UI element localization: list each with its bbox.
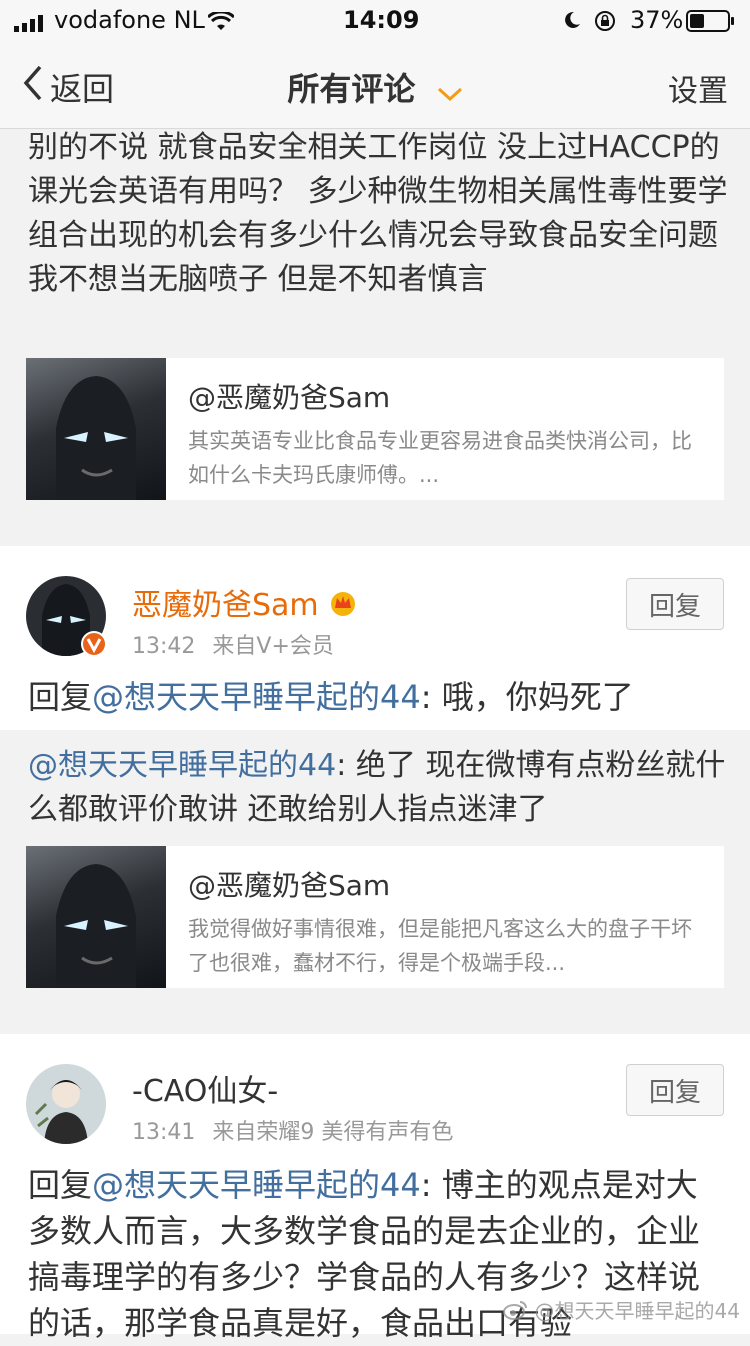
mention-link[interactable]: @想天天早睡早起的44 (28, 748, 336, 783)
card-thumbnail (26, 846, 166, 988)
mention-link[interactable]: @想天天早睡早起的44 (92, 678, 421, 716)
comment-source: 来自荣耀9 美得有声有色 (212, 1120, 454, 1145)
watermark-text: @想天天早睡早起的44 (534, 1299, 740, 1323)
weibo-card[interactable]: @恶魔奶爸Sam 其实英语专业比食品专业更容易进食品类快消公司，比如什么卡夫玛氏… (26, 358, 724, 500)
reply-body: : 哦，你妈死了 (420, 678, 634, 716)
divider (0, 528, 750, 546)
settings-button[interactable]: 设置 (668, 66, 728, 110)
username-text: 恶魔奶爸Sam (132, 588, 319, 623)
card-username: @恶魔奶爸Sam (188, 869, 391, 902)
weibo-card[interactable]: @恶魔奶爸Sam 我觉得做好事情很难，但是能把凡客这么大的盘子干坏了也很难，蠢材… (26, 846, 724, 988)
battery-percent: 37% (630, 6, 684, 34)
moon-icon (562, 10, 582, 34)
weibo-logo-icon (502, 1301, 534, 1326)
comment-item: -CAO仙女- 13:41 来自荣耀9 美得有声有色 回复 回复@想天天早睡早起… (0, 1034, 750, 1342)
title-dropdown[interactable]: 所有评论 (0, 64, 750, 110)
clock: 14:09 (343, 6, 420, 34)
quoted-comment-text: 别的不说 就食品安全相关工作岗位 没上过HACCP的课光会英语有用吗？ 多少种微… (28, 130, 728, 297)
card-snippet: 我觉得做好事情很难，但是能把凡客这么大的盘子干坏了也很难，蠢材不行，得是个极端手… (188, 917, 692, 975)
comment-source: 来自V+会员 (212, 634, 334, 659)
signal-icon (14, 14, 50, 36)
comment-item: 恶魔奶爸Sam 13:42 来自V+会员 回复 回复@想天天早睡早起的44: 哦… (0, 546, 750, 730)
chevron-down-icon (437, 72, 463, 110)
comment-meta: 13:42 来自V+会员 (132, 628, 334, 660)
crown-vip-icon (328, 590, 358, 625)
watermark: @想天天早睡早起的44 (502, 1295, 740, 1326)
card-snippet: 其实英语专业比食品专业更容易进食品类快消公司，比如什么卡夫玛氏康师傅。... (188, 429, 692, 487)
wifi-icon (206, 10, 236, 36)
quoted-comment-text: @想天天早睡早起的44: 绝了 现在微博有点粉丝就什么都敢评价敢讲 还敢给别人指… (28, 744, 728, 832)
comment-time: 13:41 (132, 1120, 196, 1145)
rotation-lock-icon (594, 10, 616, 36)
comment-meta: 13:41 来自荣耀9 美得有声有色 (132, 1114, 453, 1146)
mention-link[interactable]: @想天天早睡早起的44 (92, 1166, 421, 1204)
battery-icon (686, 10, 736, 36)
reply-prefix: 回复 (28, 1166, 93, 1204)
reply-button[interactable]: 回复 (626, 578, 724, 630)
card-username: @恶魔奶爸Sam (188, 381, 391, 414)
reply-prefix: 回复 (28, 678, 93, 716)
reply-button[interactable]: 回复 (626, 1064, 724, 1116)
verified-badge-icon (80, 630, 108, 662)
comment-username[interactable]: -CAO仙女- (132, 1066, 278, 1110)
divider (0, 1016, 750, 1034)
status-bar: vodafone NL 14:09 37% (0, 0, 750, 42)
page-title: 所有评论 (287, 70, 416, 108)
reply-text: 回复@想天天早睡早起的44: 哦，你妈死了 (28, 674, 728, 720)
nav-bar: 返回 所有评论 设置 (0, 42, 750, 129)
card-thumbnail (26, 358, 166, 500)
comment-username[interactable]: 恶魔奶爸Sam (132, 580, 358, 625)
avatar[interactable] (26, 1064, 106, 1144)
comment-time: 13:42 (132, 634, 196, 659)
carrier-label: vodafone NL (54, 6, 205, 34)
